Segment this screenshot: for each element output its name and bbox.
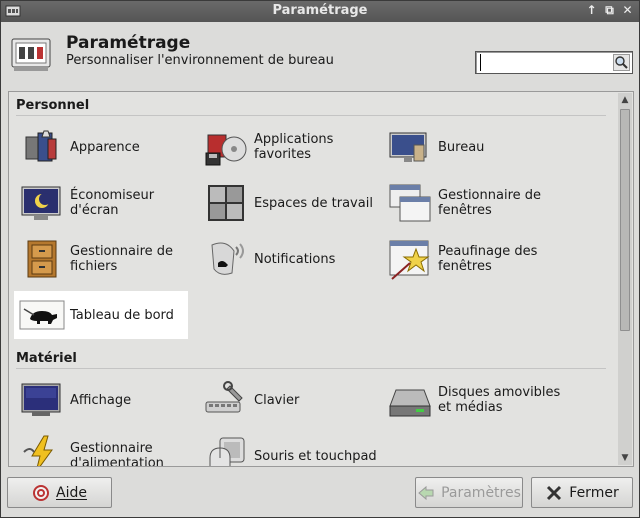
keyboard-icon — [205, 381, 243, 413]
item-label: Gestionnaire de — [438, 188, 542, 203]
item-affichage[interactable]: Affichage — [18, 376, 194, 424]
screensaver-icon — [21, 186, 61, 220]
page-subtitle: Personnaliser l'environnement de bureau — [66, 53, 334, 68]
settings-button-label: Paramètres — [441, 484, 521, 501]
settings-manager-icon — [11, 38, 51, 71]
item-label: Gestionnaire — [70, 441, 153, 456]
item-gestionnaire-fenetres[interactable]: Gestionnaire de fenêtres — [386, 179, 586, 227]
item-label: favorites — [254, 147, 312, 162]
settings-window: Paramétrage ↑ ⧉ ✕ Paramétrage Personnali… — [0, 0, 640, 518]
item-label: et médias — [438, 400, 503, 415]
display-icon — [21, 383, 61, 416]
item-bureau[interactable]: Bureau — [386, 123, 586, 171]
section-personnel-header: Personnel — [16, 98, 606, 116]
item-label: Peaufinage des — [438, 244, 538, 259]
close-button[interactable]: Fermer — [531, 477, 633, 508]
item-label: Disques amovibles — [438, 385, 561, 400]
item-espaces-de-travail[interactable]: Espaces de travail — [202, 179, 378, 227]
mouse-icon — [209, 437, 245, 466]
file-manager-icon — [27, 240, 57, 278]
item-applications-favorites[interactable]: Applications favorites — [202, 123, 378, 171]
dialog-header: Paramétrage Personnaliser l'environnemen… — [1, 22, 639, 86]
scroll-up-icon[interactable]: ▲ — [618, 93, 632, 107]
item-label: d'alimentation — [70, 456, 164, 467]
item-label: d'écran — [70, 203, 119, 218]
window-tweaks-icon — [389, 240, 430, 280]
item-label: fichiers — [70, 259, 118, 274]
item-souris-touchpad[interactable]: Souris et touchpad — [202, 432, 378, 466]
appearance-icon — [25, 130, 57, 162]
item-label: fenêtres — [438, 259, 492, 274]
item-label: Gestionnaire de — [70, 244, 174, 259]
notifications-icon — [211, 242, 244, 275]
item-tableau-de-bord[interactable]: Tableau de bord — [14, 291, 188, 339]
item-economiseur[interactable]: Économiseur d'écran — [18, 179, 194, 227]
item-label: Clavier — [254, 392, 300, 408]
section-materiel-header: Matériel — [16, 351, 606, 369]
item-disques-amovibles[interactable]: Disques amovibles et médias — [386, 376, 586, 424]
item-clavier[interactable]: Clavier — [202, 376, 378, 424]
item-label: fenêtres — [438, 203, 492, 218]
close-icon — [547, 485, 562, 500]
item-label: Apparence — [70, 139, 140, 155]
desktop-icon — [389, 132, 427, 162]
help-button[interactable]: Aide — [7, 477, 112, 508]
window-manager-icon — [389, 184, 431, 222]
settings-list: Personnel Apparence Applications favorite… — [8, 91, 634, 467]
power-manager-icon — [23, 435, 53, 466]
preferred-applications-icon — [205, 134, 247, 166]
maximize-icon[interactable]: ⧉ — [602, 2, 617, 19]
settings-button[interactable]: Paramètres — [415, 477, 523, 508]
search-input[interactable] — [480, 54, 610, 71]
close-window-icon[interactable]: ✕ — [620, 2, 635, 19]
vertical-scrollbar[interactable]: ▲ ▼ — [618, 93, 632, 465]
close-button-label: Fermer — [569, 484, 619, 501]
scrollbar-thumb[interactable] — [620, 109, 630, 331]
search-box[interactable] — [475, 51, 633, 74]
scroll-down-icon[interactable]: ▼ — [618, 451, 632, 465]
item-apparence[interactable]: Apparence — [18, 123, 194, 171]
item-gestionnaire-fichiers[interactable]: Gestionnaire de fichiers — [18, 235, 194, 283]
title-bar[interactable]: Paramétrage ↑ ⧉ ✕ — [1, 1, 639, 22]
help-button-label: Aide — [56, 484, 87, 501]
item-notifications[interactable]: Notifications — [202, 235, 378, 283]
item-label: Économiseur — [70, 188, 155, 203]
item-label: Notifications — [254, 251, 336, 267]
item-label: Bureau — [438, 139, 485, 155]
item-peaufinage-fenetres[interactable]: Peaufinage des fenêtres — [386, 235, 586, 283]
workspaces-icon — [208, 185, 244, 221]
search-icon[interactable] — [613, 54, 630, 71]
item-label: Espaces de travail — [254, 195, 373, 211]
removable-drives-icon — [389, 389, 431, 417]
item-gestionnaire-alimentation[interactable]: Gestionnaire d'alimentation — [18, 432, 194, 467]
panel-icon — [19, 300, 65, 330]
item-label: Affichage — [70, 392, 132, 408]
item-label: Tableau de bord — [70, 307, 174, 323]
help-icon — [33, 484, 50, 501]
back-arrow-icon — [418, 485, 434, 500]
shade-icon[interactable]: ↑ — [584, 2, 599, 19]
page-title: Paramétrage — [66, 33, 191, 53]
item-label: Souris et touchpad — [254, 448, 377, 464]
item-label: Applications — [254, 132, 334, 147]
window-title: Paramétrage — [272, 3, 368, 18]
